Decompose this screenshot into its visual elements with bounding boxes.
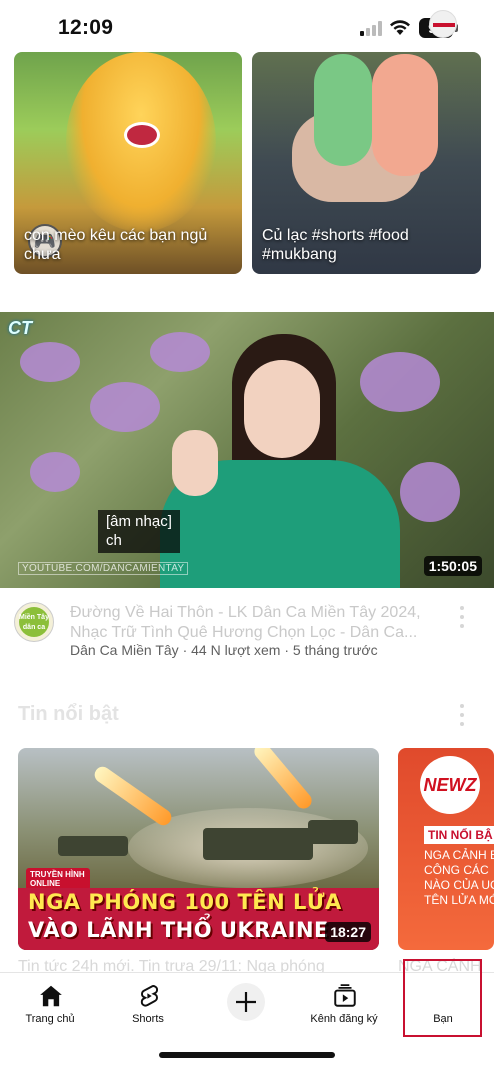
pink-peanut-art: [372, 54, 438, 176]
more-options-icon[interactable]: [458, 704, 466, 726]
caption-line-1: [âm nhạc]: [106, 513, 172, 530]
avatar[interactable]: [429, 10, 457, 38]
nav-label-shorts: Shorts: [132, 1013, 164, 1025]
nav-home[interactable]: Trang chủ: [1, 973, 99, 1035]
short-title: Củ lạc #shorts #food #mukbang: [262, 227, 409, 263]
nav-label-subscriptions: Kênh đăng ký: [310, 1013, 378, 1025]
video-duration: 18:27: [325, 922, 371, 942]
green-peanut-art: [314, 54, 372, 166]
news-text-line: NÀO CỦA UC: [424, 878, 494, 892]
status-time: 12:09: [58, 16, 114, 39]
flower-art: [150, 332, 210, 372]
news-card-1[interactable]: TRUYỀN HÌNH ONLINE NGA PHÓNG 100 TÊN LỬA…: [18, 748, 379, 950]
shorts-icon: [140, 985, 159, 1007]
person-hand-art: [172, 430, 218, 496]
rocket-fire-art: [91, 763, 175, 829]
news-channel-logo: TRUYỀN HÌNH ONLINE: [26, 868, 90, 890]
rocket-fire-art: [251, 748, 315, 812]
cat-mouth-art: [124, 122, 160, 148]
video-thumbnail[interactable]: CT [âm nhạc] ch YOUTUBE.COM/DANCAMIENTAY…: [0, 312, 494, 588]
short-card-2[interactable]: Củ lạc #shorts #food #mukbang: [252, 52, 481, 274]
section-title: Tin nổi bật: [18, 703, 119, 725]
news-tag: TIN NỔI BẬ: [424, 826, 494, 844]
video-meta: Dân Ca Miền Tây · 44 N lượt xem · 5 thán…: [70, 642, 378, 658]
news-text-line: TÊN LỬA MỚI: [424, 893, 494, 907]
channel-watermark-logo: CT: [8, 318, 32, 338]
video-title[interactable]: Đường Về Hai Thôn - LK Dân Ca Miền Tây 2…: [70, 603, 440, 643]
caption-line-2: ch: [106, 532, 122, 549]
more-options-icon[interactable]: [458, 606, 466, 628]
url-watermark: YOUTUBE.COM/DANCAMIENTAY: [18, 562, 189, 575]
plus-icon: [236, 992, 256, 1012]
news-text: NGA CẢNH B CÔNG CÁC NÀO CỦA UC TÊN LỬA M…: [424, 848, 494, 908]
video-caption: [âm nhạc] ch: [98, 510, 180, 553]
nav-subscriptions[interactable]: Kênh đăng ký: [295, 973, 393, 1035]
truck-art: [308, 820, 358, 844]
person-face-art: [244, 360, 320, 458]
channel-avatar[interactable]: Miền Tây dân ca: [14, 602, 54, 642]
truck-art: [58, 836, 128, 856]
nav-label-home: Trang chủ: [25, 1013, 75, 1025]
home-icon: [40, 985, 62, 1007]
headline-line-1: NGA PHÓNG 100 TÊN LỬA: [28, 890, 342, 914]
news-card-2[interactable]: NEWZ TIN NỔI BẬ NGA CẢNH B CÔNG CÁC NÀO …: [398, 748, 494, 950]
signal-icon: [360, 21, 382, 36]
news-text-line: NGA CẢNH B: [424, 848, 494, 862]
video-duration: 1:50:05: [423, 556, 482, 576]
flower-art: [30, 452, 80, 492]
channel-avatar-text: Miền Tây dân ca: [19, 607, 49, 637]
flower-art: [20, 342, 80, 382]
status-bar: 12:09 94: [0, 0, 494, 54]
create-button[interactable]: [227, 983, 265, 1021]
truck-art: [203, 828, 313, 860]
flower-art: [360, 352, 440, 412]
short-card-1[interactable]: 🎮 con mèo kêu các bạn ngủ chưa: [14, 52, 242, 274]
highlight-box: [403, 959, 482, 1037]
subscriptions-icon: [334, 984, 356, 1007]
flower-art: [90, 382, 160, 432]
flower-art: [400, 462, 460, 522]
news-text-line: CÔNG CÁC: [424, 863, 489, 877]
nav-shorts[interactable]: Shorts: [99, 973, 197, 1035]
short-title: con mèo kêu các bạn ngủ chưa: [24, 227, 208, 263]
home-indicator[interactable]: [159, 1052, 335, 1058]
wifi-icon: [390, 20, 410, 35]
newz-logo: NEWZ: [420, 756, 480, 814]
headline-line-2: VÀO LÃNH THỔ UKRAINE: [28, 918, 329, 942]
